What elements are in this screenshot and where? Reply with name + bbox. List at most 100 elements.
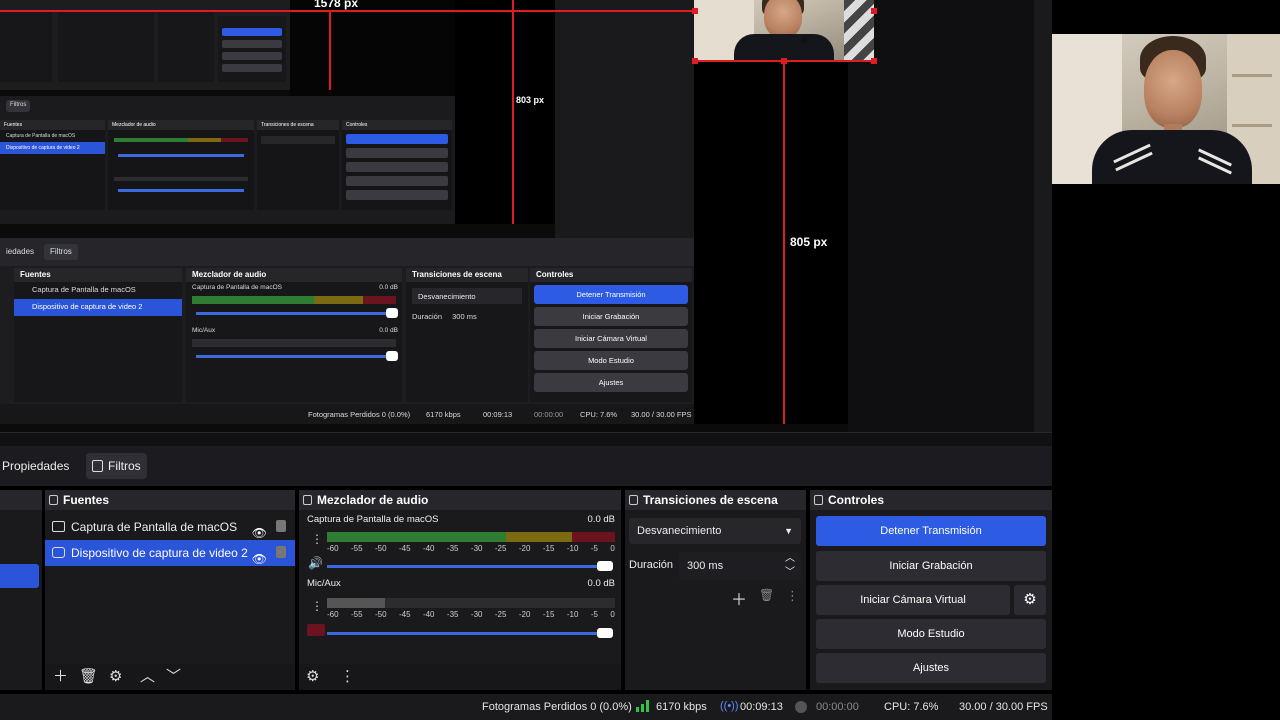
controls-title-label: Controles	[828, 493, 885, 507]
handle-bottom-left[interactable]	[692, 58, 698, 64]
channel-name: Mic/Aux	[307, 578, 341, 589]
transition-select[interactable]: Desvanecimiento ▼	[629, 518, 801, 544]
advanced-audio-icon[interactable]: ⚙	[306, 668, 319, 686]
meter-tick-label: -10	[566, 544, 579, 553]
meter-tick-label: -25	[494, 610, 507, 619]
start-virtual-camera-button[interactable]: Iniciar Cámara Virtual	[816, 585, 1010, 615]
handle-top-right[interactable]	[871, 8, 877, 14]
trash-icon[interactable]: 🗑	[79, 668, 98, 686]
add-icon[interactable]: ＋	[53, 668, 68, 686]
meter-tick-label: -30	[470, 610, 483, 619]
audio-mixer-dock: Mezclador de audio Captura de Pantalla d…	[299, 490, 621, 690]
mixer-channel-1: Captura de Pantalla de macOS 0.0 dB	[299, 510, 621, 526]
source-item-macos-capture[interactable]: Captura de Pantalla de macOS 👁	[45, 514, 295, 540]
mixer-title: Mezclador de audio	[299, 490, 621, 510]
meter-tick-label: -40	[422, 610, 435, 619]
channel-db: 0.0 dB	[587, 578, 615, 589]
dock-icon	[49, 495, 58, 505]
meter-tick-label: -45	[398, 544, 411, 553]
eye-icon[interactable]: 👁	[252, 546, 267, 572]
chevron-down-icon[interactable]: ﹀	[785, 559, 795, 587]
channel-1-volume-slider[interactable]	[327, 561, 613, 571]
chevron-up-icon[interactable]: ︿	[140, 668, 155, 686]
handle-bottom-right[interactable]	[871, 58, 877, 64]
nested-source-2: Dispositivo de captura de video 2	[14, 299, 182, 316]
nested-dropped: Fotogramas Perdidos 0 (0.0%)	[308, 410, 411, 419]
dock-icon	[629, 495, 638, 505]
channel-2-volume-slider[interactable]	[327, 628, 613, 638]
trash-icon[interactable]: 🗑	[759, 588, 774, 602]
start-recording-button[interactable]: Iniciar Grabación	[816, 551, 1046, 581]
guide-line-preview-left	[329, 10, 331, 90]
stream-time: 00:09:13	[740, 701, 783, 713]
studio-mode-button[interactable]: Modo Estudio	[816, 619, 1046, 649]
scenes-dock	[0, 490, 42, 690]
nested-mix-2-slider	[196, 351, 398, 361]
meter-tick-label: -5	[590, 544, 598, 553]
nested-mix-2-db: 0.0 dB	[379, 327, 398, 334]
meter-tick-label: -15	[542, 544, 555, 553]
kebab-menu-icon[interactable]: ⋮	[311, 532, 323, 546]
sources-title-label: Fuentes	[63, 493, 110, 507]
kebab-menu-icon[interactable]: ⋮	[340, 668, 355, 686]
webcam-overlay	[1052, 34, 1280, 184]
tab-properties[interactable]: Propiedades	[0, 453, 75, 479]
duration-spinbox[interactable]: 300 ms ︿ ﹀	[679, 552, 801, 580]
nested-transitions-dock: Transiciones de escena Desvanecimiento D…	[406, 268, 528, 402]
tab-filters[interactable]: Filtros	[86, 453, 147, 479]
add-icon[interactable]: ＋	[731, 586, 747, 610]
source-item-video-capture-2[interactable]: Dispositivo de captura de video 2 👁	[45, 540, 295, 566]
scene-item-selected[interactable]	[0, 564, 39, 588]
scenes-title	[0, 490, 42, 510]
right-black-top	[1052, 0, 1280, 34]
nested-mix-1-slider	[196, 308, 398, 318]
handle-bottom-center[interactable]	[781, 58, 787, 64]
meter-tick-label: -60	[327, 544, 339, 553]
nested-time-live: 00:09:13	[483, 410, 513, 419]
handle-top-left[interactable]	[692, 8, 698, 14]
signal-bars-icon	[636, 700, 650, 712]
filters-icon	[92, 460, 103, 472]
source-item-label: Dispositivo de captura de video 2	[71, 546, 248, 560]
meter-tick-label: -15	[542, 610, 555, 619]
dropped-frames: Fotogramas Perdidos 0 (0.0%)	[482, 701, 632, 713]
properties-tabbar: Propiedades Filtros	[0, 446, 1052, 486]
channel-1-ticks: -60 -55 -50 -45 -40 -35 -30 -25 -20 -15 -10 -5 0	[327, 544, 615, 553]
muted-speaker-icon[interactable]	[307, 624, 325, 636]
guide-line-large-vertical	[783, 60, 785, 424]
preview-side-strip	[555, 0, 695, 238]
transition-select-value: Desvanecimiento	[637, 525, 722, 537]
virtual-camera-settings-button[interactable]: ⚙	[1014, 585, 1046, 615]
monitor-icon	[52, 521, 65, 532]
preview-canvas[interactable]: Filtros Fuentes Captura de Pantalla de m…	[0, 0, 1052, 432]
settings-button[interactable]: Ajustes	[816, 653, 1046, 683]
nested-mixer-title: Mezclador de audio	[186, 268, 402, 282]
nested-time-rec: 00:00:00	[534, 410, 564, 419]
dock-icon	[814, 495, 823, 505]
speaker-icon[interactable]: 🔊	[308, 556, 323, 570]
preview-dark-area	[290, 0, 455, 96]
gear-icon[interactable]: ⚙	[109, 668, 122, 686]
guide-line-top	[0, 10, 694, 12]
lock-icon[interactable]	[276, 546, 286, 558]
lock-icon[interactable]	[276, 520, 286, 532]
caret-down-icon: ▼	[784, 526, 793, 536]
chevron-down-icon[interactable]: ﹀	[166, 668, 181, 686]
meter-tick-label: -20	[518, 610, 531, 619]
channel-2-meter	[327, 598, 615, 608]
channel-2-ticks: -60 -55 -50 -45 -40 -35 -30 -25 -20 -15 -10 -5 0	[327, 610, 615, 619]
nested-kbps: 6170 kbps	[426, 410, 461, 419]
nested-fps: 30.00 / 30.00 FPS	[631, 410, 692, 419]
nested-mixer-dock: Mezclador de audio Captura de Pantalla d…	[186, 268, 402, 402]
kebab-menu-icon[interactable]: ⋮	[786, 588, 799, 604]
mixer-channel-2: Mic/Aux 0.0 dB	[299, 574, 621, 590]
nested-mid-filters-tab: Filtros	[6, 100, 31, 112]
preview-webcam-source[interactable]	[694, 0, 874, 61]
kebab-menu-icon[interactable]: ⋮	[311, 599, 323, 613]
nested-sources-dock: Fuentes Captura de Pantalla de macOS Dis…	[14, 268, 182, 402]
dim-label-height-small: 803 px	[516, 95, 545, 105]
stop-streaming-button[interactable]: Detener Transmisión	[816, 516, 1046, 546]
record-dot-icon	[795, 701, 807, 713]
nested-statusbar: Fotogramas Perdidos 0 (0.0%) 6170 kbps 0…	[0, 404, 694, 424]
fps: 30.00 / 30.00 FPS	[959, 701, 1048, 713]
